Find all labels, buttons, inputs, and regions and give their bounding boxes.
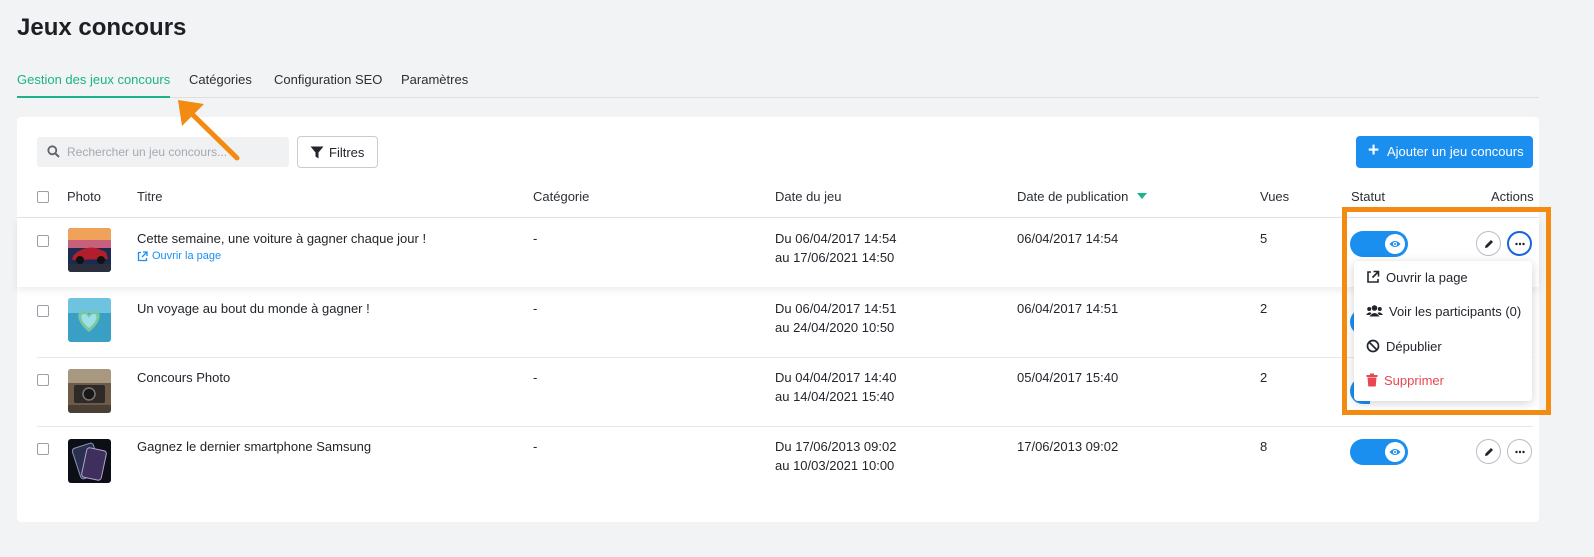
menu-label-open-page: Ouvrir la page [1386,270,1468,285]
row-date-start: Du 17/06/2013 09:02 [775,439,897,454]
external-link-icon [1367,270,1380,283]
row-checkbox[interactable] [37,374,49,386]
row-date-start: Du 06/04/2017 14:54 [775,231,897,246]
more-icon [1514,242,1525,245]
menu-label-delete: Supprimer [1384,373,1444,388]
content-card: Filtres + Ajouter un jeu concours Photo … [17,117,1539,522]
more-actions-button[interactable] [1507,231,1532,256]
table-row[interactable]: Cette semaine, une voiture à gagner chaq… [17,218,1539,287]
tab-bar: Gestion des jeux concours Catégories Con… [17,72,1539,98]
col-category[interactable]: Catégorie [533,189,589,204]
plus-icon: + [1368,140,1380,161]
row-date-end: au 24/04/2020 10:50 [775,320,895,335]
row-date-start: Du 06/04/2017 14:51 [775,301,897,316]
col-publication-date-label: Date de publication [1017,189,1129,204]
col-status: Statut [1351,189,1385,204]
ban-icon [1366,339,1380,353]
table-row[interactable]: Concours Photo - Du 04/04/2017 14:40 au … [17,358,1539,427]
row-title: Concours Photo [137,370,231,385]
more-actions-button[interactable] [1507,439,1532,464]
filters-button[interactable]: Filtres [297,136,378,168]
row-date-end: au 10/03/2021 10:00 [775,458,895,473]
row-date-start: Du 04/04/2017 14:40 [775,370,897,385]
thumbnail-camera [68,369,111,413]
row-category: - [533,301,538,316]
open-page-label: Ouvrir la page [152,250,222,262]
row-checkbox[interactable] [37,443,49,455]
col-actions: Actions [1491,189,1534,204]
row-publication-date: 17/06/2013 09:02 [1017,439,1119,454]
menu-item-unpublish[interactable]: Dépublier [1354,332,1532,362]
row-category: - [533,231,538,246]
col-publication-date[interactable]: Date de publication [1017,189,1147,204]
table-row[interactable]: Un voyage au bout du monde à gagner ! - … [17,288,1539,357]
row-views: 5 [1260,231,1268,246]
edit-button[interactable] [1476,439,1501,464]
search-box [37,137,289,167]
pencil-icon [1484,239,1493,248]
table-row[interactable]: Gagnez le dernier smartphone Samsung - D… [17,427,1539,496]
row-publication-date: 05/04/2017 15:40 [1017,370,1119,385]
add-contest-label: Ajouter un jeu concours [1387,144,1524,159]
thumbnail-car [68,228,111,272]
tab-categories[interactable]: Catégories [189,72,252,98]
pencil-icon [1484,447,1493,456]
tab-gestion[interactable]: Gestion des jeux concours [17,72,171,98]
thumbnail-phone [68,439,111,483]
menu-item-delete[interactable]: Supprimer [1354,366,1532,396]
toggle-knob [1385,442,1405,462]
row-category: - [533,439,538,454]
col-views[interactable]: Vues [1260,189,1289,204]
menu-label-unpublish: Dépublier [1386,339,1442,354]
row-title: Un voyage au bout du monde à gagner ! [137,301,370,316]
users-icon [1366,305,1383,317]
tab-configuration-seo[interactable]: Configuration SEO [274,72,382,98]
row-checkbox[interactable] [37,305,49,317]
row-publication-date: 06/04/2017 14:51 [1017,301,1119,316]
row-date-end: au 14/04/2021 15:40 [775,389,895,404]
add-contest-button[interactable]: + Ajouter un jeu concours [1356,136,1533,168]
row-date-end: au 17/06/2021 14:50 [775,250,895,265]
status-toggle[interactable] [1350,231,1408,257]
row-views: 8 [1260,439,1268,454]
row-category: - [533,370,538,385]
tab-parametres[interactable]: Paramètres [401,72,468,98]
menu-item-participants[interactable]: Voir les participants (0) [1354,297,1532,327]
row-title: Cette semaine, une voiture à gagner chaq… [137,231,427,246]
menu-item-open-page[interactable]: Ouvrir la page [1354,263,1532,293]
filter-icon [310,146,324,159]
search-input[interactable] [67,137,282,167]
actions-dropdown: Ouvrir la page Voir les participants (0)… [1354,261,1532,401]
row-views: 2 [1260,370,1268,385]
toggle-knob [1385,234,1405,254]
menu-label-participants: Voir les participants (0) [1389,304,1522,319]
filters-label: Filtres [329,145,365,160]
external-link-icon [137,251,148,262]
col-photo: Photo [67,189,101,204]
row-publication-date: 06/04/2017 14:54 [1017,231,1119,246]
page-title: Jeux concours [17,14,187,41]
edit-button[interactable] [1476,231,1501,256]
thumbnail-island [68,298,111,342]
row-checkbox[interactable] [37,235,49,247]
status-toggle[interactable] [1350,439,1408,465]
col-title[interactable]: Titre [137,189,163,204]
more-icon [1514,450,1525,453]
row-views: 2 [1260,301,1268,316]
sort-desc-icon [1136,193,1147,199]
search-icon [47,145,60,163]
eye-icon [1389,241,1401,247]
row-title: Gagnez le dernier smartphone Samsung [137,439,372,454]
col-game-date[interactable]: Date du jeu [775,189,842,204]
trash-icon [1366,373,1378,387]
eye-icon [1389,449,1401,455]
select-all-checkbox[interactable] [37,191,49,203]
